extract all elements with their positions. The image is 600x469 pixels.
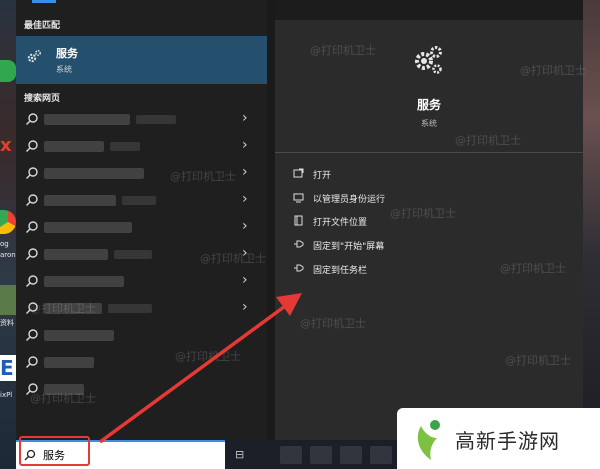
web-result-item[interactable] — [16, 322, 267, 349]
best-match-item[interactable]: 服务 系统 — [16, 36, 267, 84]
web-result-item[interactable]: › — [16, 187, 267, 214]
pane-gap — [267, 0, 275, 440]
blurred-result-text — [44, 141, 104, 152]
active-tab-indicator — [32, 0, 56, 3]
logo-text: 高新手游网 — [455, 429, 560, 453]
chevron-right-icon[interactable]: › — [242, 299, 248, 315]
watermark: @打印机卫士 — [170, 170, 236, 183]
desktop-left-edge: x og aron 资料 E ixPl — [0, 0, 16, 469]
detail-subtitle: 系统 — [421, 119, 437, 128]
app-icon[interactable]: x — [0, 135, 12, 156]
desktop-label: ixPl — [0, 391, 13, 399]
web-result-item[interactable]: › — [16, 106, 267, 133]
blurred-result-text — [136, 115, 176, 124]
watermark: @打印机卫士 — [300, 317, 366, 330]
taskbar-app[interactable] — [310, 446, 332, 464]
chevron-right-icon[interactable]: › — [242, 110, 248, 126]
action-label: 固定到"开始"屏幕 — [313, 242, 385, 252]
search-icon — [26, 329, 38, 341]
action-label: 打开 — [313, 171, 332, 181]
app-icon[interactable] — [0, 60, 16, 82]
admin-shield-icon — [293, 193, 304, 203]
watermark: @打印机卫士 — [200, 252, 266, 265]
chevron-right-icon[interactable]: › — [242, 272, 248, 288]
site-logo: 高新手游网 — [397, 408, 600, 469]
annotation-highlight — [19, 436, 90, 466]
taskbar-app[interactable] — [370, 446, 392, 464]
file-location-icon — [294, 215, 303, 226]
desktop-label: og — [0, 240, 9, 248]
blurred-result-text — [44, 195, 116, 206]
desktop-label: aron — [0, 251, 16, 259]
search-icon — [26, 356, 38, 368]
blurred-result-text — [44, 330, 114, 341]
chevron-right-icon[interactable]: › — [242, 218, 248, 234]
logo-icon — [417, 420, 440, 460]
best-match-title: 服务 — [56, 47, 78, 60]
watermark: @打印机卫士 — [500, 262, 566, 275]
search-icon — [26, 248, 38, 260]
pin-icon — [294, 240, 304, 248]
taskbar-app[interactable] — [340, 446, 362, 464]
blurred-result-text — [44, 222, 132, 233]
search-icon — [26, 275, 38, 287]
blurred-result-text — [44, 357, 94, 368]
blurred-result-text — [110, 142, 140, 151]
web-result-item[interactable]: › — [16, 214, 267, 241]
blurred-result-text — [44, 276, 124, 287]
watermark: @打印机卫士 — [310, 44, 376, 57]
search-icon — [26, 140, 38, 152]
open-icon — [293, 168, 304, 178]
watermark: @打印机卫士 — [455, 134, 521, 147]
divider — [275, 152, 583, 153]
watermark: @打印机卫士 — [520, 64, 586, 77]
web-search-header: 搜索网页 — [24, 94, 61, 104]
gear-icon — [26, 49, 42, 65]
action-label: 以管理员身份运行 — [313, 195, 386, 205]
web-result-item[interactable]: › — [16, 133, 267, 160]
best-match-header: 最佳匹配 — [24, 21, 61, 31]
pin-icon — [294, 264, 304, 272]
action-label: 打开文件位置 — [313, 218, 368, 228]
search-icon — [26, 113, 38, 125]
detail-title: 服务 — [416, 98, 441, 112]
blurred-result-text — [44, 168, 144, 179]
app-icon[interactable]: E — [0, 355, 16, 381]
search-icon — [26, 221, 38, 233]
blurred-result-text — [44, 249, 108, 260]
chrome-icon[interactable] — [0, 210, 16, 234]
desktop-label: 资料 — [0, 319, 14, 327]
blurred-result-text — [108, 304, 152, 313]
chevron-right-icon[interactable]: › — [242, 164, 248, 180]
detail-pane — [275, 20, 583, 440]
gear-icon — [413, 45, 443, 75]
watermark: @打印机卫士 — [30, 302, 96, 315]
chevron-right-icon[interactable]: › — [242, 137, 248, 153]
task-view-icon[interactable]: ⊟ — [235, 448, 244, 461]
best-match-subtitle: 系统 — [56, 65, 72, 74]
web-result-item[interactable]: › — [16, 268, 267, 295]
blurred-result-text — [114, 250, 152, 259]
chevron-right-icon[interactable]: › — [242, 191, 248, 207]
watermark: @打印机卫士 — [505, 354, 571, 367]
watermark: @打印机卫士 — [390, 207, 456, 220]
action-label: 固定到任务栏 — [313, 266, 368, 276]
watermark: @打印机卫士 — [30, 392, 96, 405]
search-icon — [26, 167, 38, 179]
taskbar-app[interactable] — [280, 446, 302, 464]
blurred-result-text — [44, 114, 130, 125]
app-icon[interactable] — [0, 285, 16, 315]
blurred-result-text — [122, 196, 156, 205]
search-icon — [26, 194, 38, 206]
watermark: @打印机卫士 — [175, 350, 241, 363]
